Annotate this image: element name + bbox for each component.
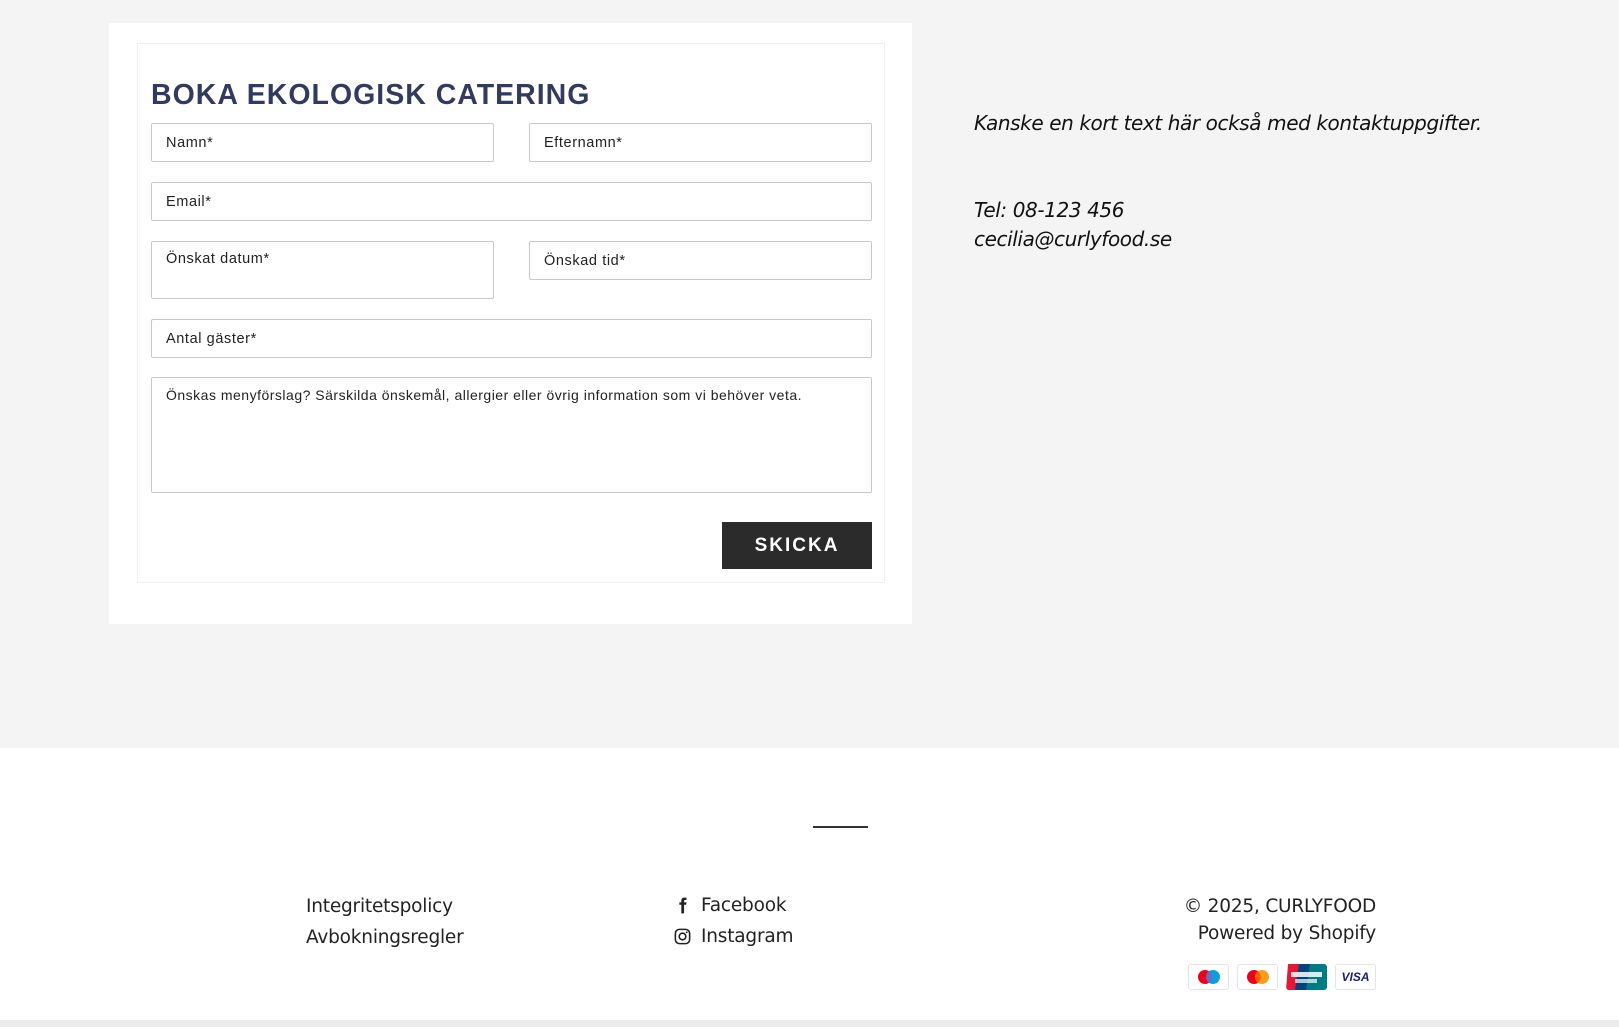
instagram-label: Instagram xyxy=(701,926,794,947)
mastercard-icon xyxy=(1237,964,1278,990)
time-placeholder: Önskad tid* xyxy=(544,253,626,269)
message-textarea[interactable]: Önskas menyförslag? Särskilda önskemål, … xyxy=(151,377,872,493)
visa-label: VISA xyxy=(1341,970,1370,984)
message-placeholder: Önskas menyförslag? Särskilda önskemål, … xyxy=(166,387,803,403)
catering-form: BOKA EKOLOGISK CATERING Namn* Efternamn*… xyxy=(137,43,885,583)
facebook-label: Facebook xyxy=(701,895,787,916)
bottom-edge xyxy=(0,1020,1619,1027)
date-placeholder: Önskat datum* xyxy=(166,251,270,267)
email-placeholder: Email* xyxy=(166,194,212,210)
site-footer: Integritetspolicy Avbokningsregler Faceb… xyxy=(0,748,1619,1027)
main-section: BOKA EKOLOGISK CATERING Namn* Efternamn*… xyxy=(0,0,1619,748)
guests-field[interactable]: Antal gäster* xyxy=(151,319,872,358)
privacy-policy-link[interactable]: Integritetspolicy xyxy=(306,896,453,917)
facebook-icon xyxy=(679,897,687,914)
copyright-text: © 2025, CURLYFOOD xyxy=(1183,896,1376,917)
date-field[interactable]: Önskat datum* xyxy=(151,241,494,299)
form-title: BOKA EKOLOGISK CATERING xyxy=(151,79,591,111)
powered-by-link[interactable]: Powered by Shopify xyxy=(1198,923,1377,944)
email-field[interactable]: Email* xyxy=(151,182,872,221)
payment-icons: VISA xyxy=(1188,964,1376,990)
visa-icon: VISA xyxy=(1335,964,1376,990)
instagram-link[interactable]: Instagram xyxy=(673,926,794,947)
first-name-placeholder: Namn* xyxy=(166,135,214,151)
catering-form-card: BOKA EKOLOGISK CATERING Namn* Efternamn*… xyxy=(109,23,912,624)
last-name-placeholder: Efternamn* xyxy=(544,135,623,151)
instagram-icon xyxy=(674,928,691,945)
footer-divider xyxy=(813,826,868,828)
contact-intro: Kanske en kort text här också med kontak… xyxy=(974,111,1482,135)
last-name-field[interactable]: Efternamn* xyxy=(529,123,872,162)
contact-phone: Tel: 08-123 456 xyxy=(974,198,1125,222)
time-field[interactable]: Önskad tid* xyxy=(529,241,872,280)
first-name-field[interactable]: Namn* xyxy=(151,123,494,162)
facebook-link[interactable]: Facebook xyxy=(673,895,787,916)
maestro-icon xyxy=(1188,964,1229,990)
guests-placeholder: Antal gäster* xyxy=(166,331,257,347)
contact-email[interactable]: cecilia@curlyfood.se xyxy=(974,227,1172,251)
submit-button[interactable]: SKICKA xyxy=(722,522,872,569)
unionpay-icon xyxy=(1286,964,1327,990)
cancellation-policy-link[interactable]: Avbokningsregler xyxy=(306,927,464,948)
